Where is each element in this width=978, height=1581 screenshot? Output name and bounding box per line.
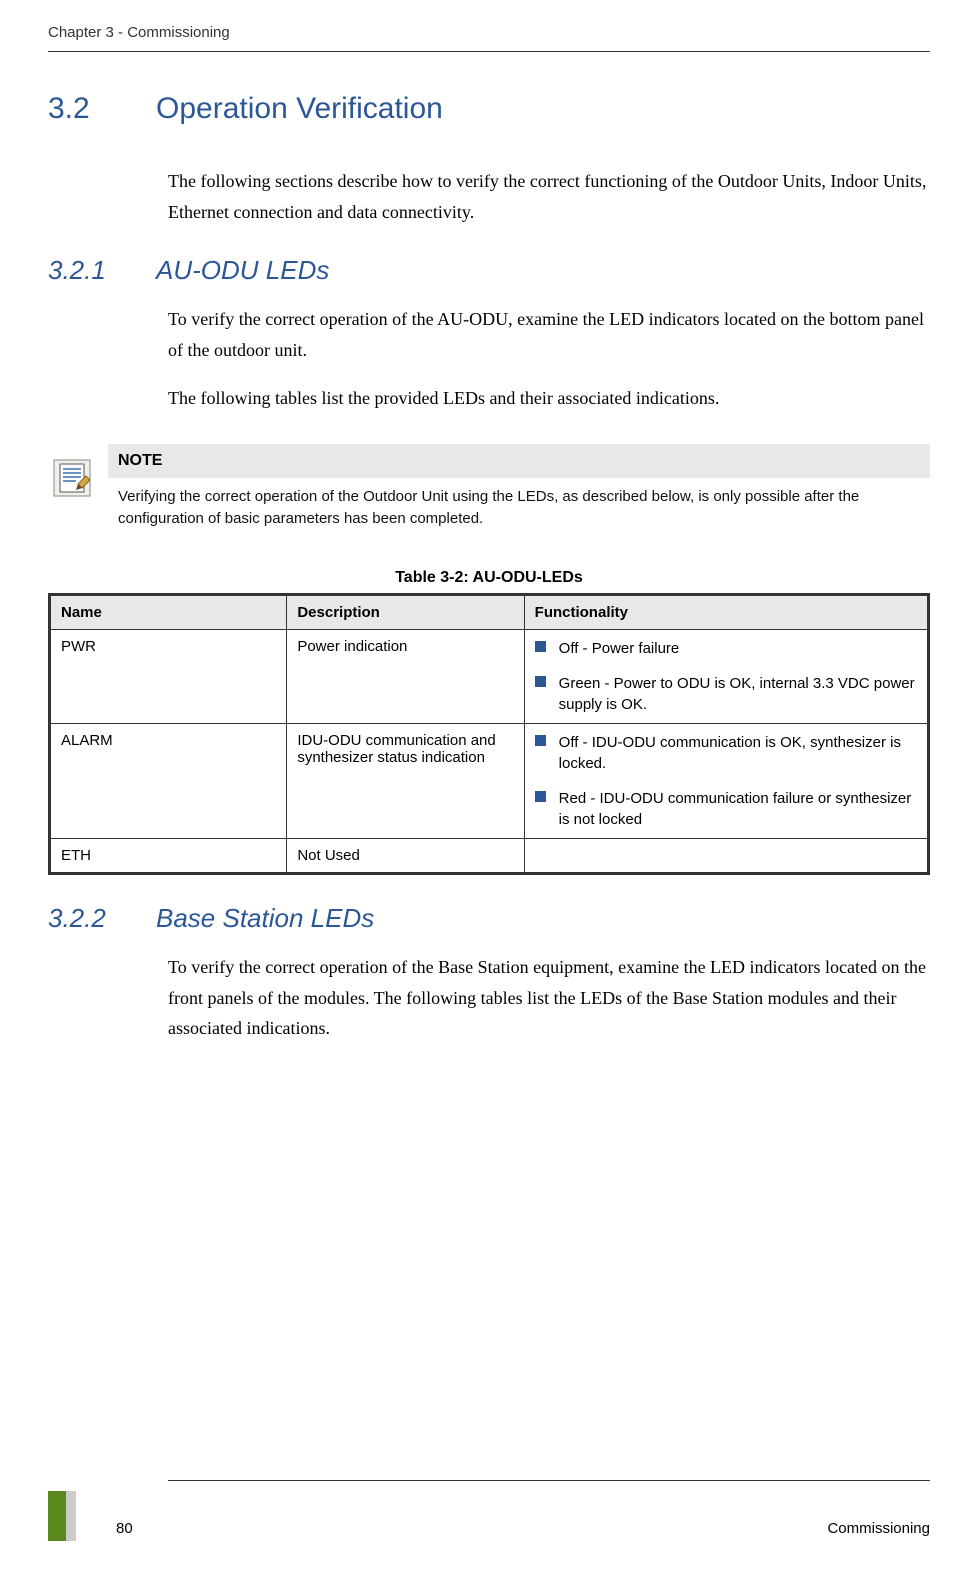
- cell-name: ETH: [50, 838, 287, 873]
- list-item: Red - IDU-ODU communication failure or s…: [535, 788, 917, 830]
- cell-description: IDU-ODU communication and synthesizer st…: [287, 723, 524, 838]
- footer-tab: [48, 1491, 76, 1541]
- section-title: Operation Verification: [156, 92, 443, 125]
- tab-green: [48, 1491, 66, 1541]
- section-number: 3.2: [48, 92, 156, 126]
- cell-name: ALARM: [50, 723, 287, 838]
- cell-functionality: Off - Power failure Green - Power to ODU…: [524, 629, 928, 723]
- note-body: Verifying the correct operation of the O…: [108, 478, 930, 539]
- note-box: NOTE Verifying the correct operation of …: [48, 444, 930, 539]
- section-3-2-2-p1: To verify the correct operation of the B…: [168, 952, 930, 1044]
- cell-description: Not Used: [287, 838, 524, 873]
- cell-functionality: [524, 838, 928, 873]
- au-odu-leds-table: Name Description Functionality PWR Power…: [48, 593, 930, 875]
- section-3-2-intro: The following sections describe how to v…: [168, 166, 930, 227]
- footer-title: Commissioning: [827, 1520, 930, 1541]
- section-3-2-1-heading: 3.2.1AU-ODU LEDs: [48, 255, 930, 286]
- section-3-2-1-p1: To verify the correct operation of the A…: [168, 304, 930, 365]
- list-item: Off - Power failure: [535, 638, 917, 659]
- section-3-2-2-heading: 3.2.2Base Station LEDs: [48, 903, 930, 934]
- cell-functionality: Off - IDU-ODU communication is OK, synth…: [524, 723, 928, 838]
- table-header-row: Name Description Functionality: [50, 594, 929, 629]
- subsection-title: Base Station LEDs: [156, 903, 374, 933]
- chapter-header: Chapter 3 - Commissioning: [48, 24, 930, 52]
- footer-rule: [168, 1480, 930, 1481]
- cell-name: PWR: [50, 629, 287, 723]
- tab-gray: [66, 1491, 76, 1541]
- table-caption: Table 3-2: AU-ODU-LEDs: [48, 569, 930, 587]
- table-row: ALARM IDU-ODU communication and synthesi…: [50, 723, 929, 838]
- table-row: PWR Power indication Off - Power failure…: [50, 629, 929, 723]
- page-footer: 80 Commissioning: [48, 1480, 930, 1541]
- note-content: NOTE Verifying the correct operation of …: [108, 444, 930, 539]
- th-description: Description: [287, 594, 524, 629]
- note-icon: [48, 454, 96, 539]
- page-number: 80: [116, 1520, 133, 1541]
- section-3-2-heading: 3.2Operation Verification: [48, 92, 930, 126]
- list-item: Green - Power to ODU is OK, internal 3.3…: [535, 673, 917, 715]
- th-functionality: Functionality: [524, 594, 928, 629]
- table-row: ETH Not Used: [50, 838, 929, 873]
- th-name: Name: [50, 594, 287, 629]
- subsection-number: 3.2.1: [48, 255, 156, 286]
- subsection-number: 3.2.2: [48, 903, 156, 934]
- cell-description: Power indication: [287, 629, 524, 723]
- subsection-title: AU-ODU LEDs: [156, 255, 329, 285]
- note-title: NOTE: [108, 444, 930, 478]
- list-item: Off - IDU-ODU communication is OK, synth…: [535, 732, 917, 774]
- section-3-2-1-p2: The following tables list the provided L…: [168, 383, 930, 414]
